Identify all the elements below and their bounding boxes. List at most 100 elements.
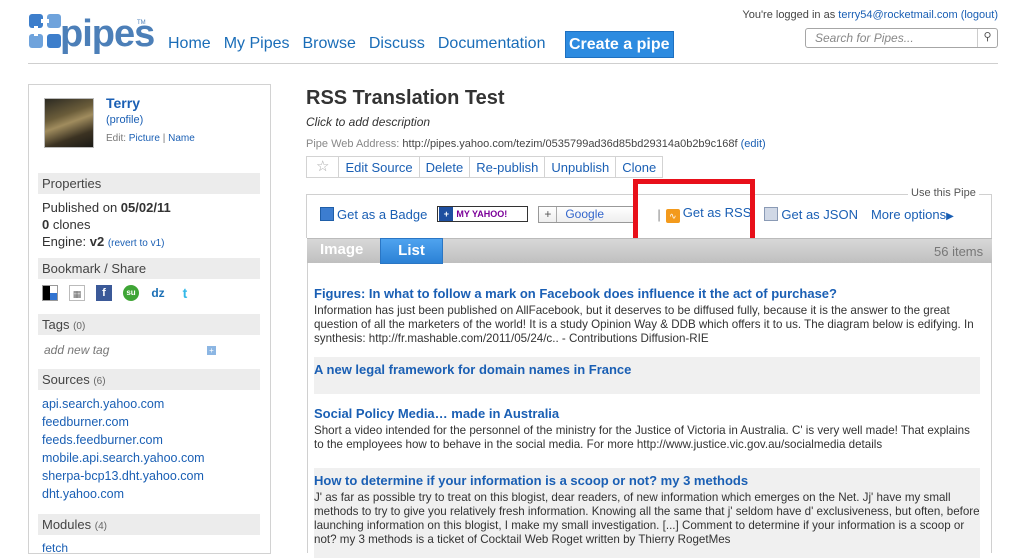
tab-list[interactable]: List	[380, 238, 443, 264]
my-yahoo-label: MY YAHOO!	[456, 209, 508, 219]
result-title-link[interactable]: Social Policy Media… made in Australia	[314, 405, 980, 423]
source-link[interactable]: mobile.api.search.yahoo.com	[42, 449, 205, 467]
sources-count: (6)	[93, 376, 106, 387]
json-icon	[764, 206, 779, 221]
published-label: Published on	[42, 200, 118, 215]
result-title-link[interactable]: Figures: In what to follow a mark on Fac…	[314, 285, 980, 303]
republish-button[interactable]: Re-publish	[470, 157, 546, 177]
address-url: http://pipes.yahoo.com/tezim/0535799ad36…	[402, 138, 738, 150]
source-link[interactable]: feeds.feedburner.com	[42, 431, 205, 449]
add-tag-plus-icon[interactable]: +	[207, 346, 216, 355]
facebook-icon[interactable]: f	[96, 285, 112, 301]
list-item: A new legal framework for domain names i…	[314, 357, 980, 394]
delicious-icon[interactable]	[42, 285, 58, 301]
get-badge-button[interactable]: Get as a Badge	[320, 206, 428, 222]
nav-home[interactable]: Home	[168, 33, 211, 55]
result-description: Short a video intended for the personnel…	[314, 424, 970, 451]
add-to-google-button[interactable]: + Google	[538, 205, 639, 223]
get-json-label: Get as JSON	[781, 206, 858, 222]
tags-title: Tags	[42, 317, 70, 332]
list-item: How to determine if your information is …	[314, 468, 980, 558]
triangle-right-icon: ▶	[946, 210, 954, 222]
modules-count: (4)	[94, 521, 107, 532]
nav-discuss[interactable]: Discuss	[369, 33, 425, 55]
clone-button[interactable]: Clone	[616, 157, 662, 177]
tags-heading: Tags (0)	[38, 314, 260, 335]
edit-source-button[interactable]: Edit Source	[339, 157, 420, 177]
engine-label: Engine:	[42, 234, 87, 249]
bookmark-title: Bookmark / Share	[42, 261, 147, 276]
twitter-icon[interactable]: t	[177, 285, 193, 301]
result-title-link[interactable]: How to determine if your information is …	[314, 472, 980, 490]
module-link[interactable]: fetch	[42, 541, 68, 555]
sources-list: api.search.yahoo.com feedburner.com feed…	[42, 395, 205, 503]
result-description: Information has just been published on A…	[314, 304, 974, 345]
modules-heading: Modules (4)	[38, 514, 260, 535]
revert-link[interactable]: (revert to v1)	[108, 238, 165, 249]
result-title-link[interactable]: A new legal framework for domain names i…	[314, 361, 980, 379]
properties-heading: Properties	[38, 173, 260, 194]
star-icon[interactable]: ☆	[307, 157, 340, 177]
unpublish-button[interactable]: Unpublish	[545, 157, 617, 177]
tab-image[interactable]: Image	[320, 241, 363, 258]
address-edit-link[interactable]: (edit)	[741, 138, 766, 150]
edit-picture-link[interactable]: Picture	[129, 133, 160, 144]
edit-profile-links: Edit: Picture | Name	[106, 133, 195, 144]
nav-browse[interactable]: Browse	[302, 33, 355, 55]
tags-count: (0)	[73, 321, 86, 332]
more-options-label: More options	[870, 206, 947, 222]
address-label: Pipe Web Address:	[306, 138, 400, 150]
modules-title: Modules	[42, 517, 92, 532]
bookmark-heading: Bookmark / Share	[38, 258, 260, 279]
list-item: Social Policy Media… made in Australia S…	[314, 401, 980, 457]
search-input[interactable]: Search for Pipes... ⚲	[805, 28, 998, 48]
profile-link-text[interactable]: (profile)	[106, 114, 143, 126]
plus-icon: +	[439, 207, 454, 221]
edit-separator: |	[162, 133, 166, 144]
nav-documentation[interactable]: Documentation	[438, 33, 546, 55]
top-nav: Home My Pipes Browse Discuss Documentati…	[168, 33, 558, 55]
avatar[interactable]	[44, 98, 94, 148]
get-badge-label: Get as a Badge	[337, 206, 428, 222]
edit-prefix: Edit:	[106, 133, 127, 144]
login-status: You're logged in as terry54@rocketmail.c…	[742, 9, 998, 21]
source-link[interactable]: dht.yahoo.com	[42, 485, 205, 503]
source-link[interactable]: feedburner.com	[42, 413, 205, 431]
add-to-my-yahoo-button[interactable]: + MY YAHOO!	[437, 206, 529, 222]
pipe-description[interactable]: Click to add description	[306, 115, 430, 129]
add-tag-input[interactable]: add new tag	[44, 343, 109, 357]
results-list: Figures: In what to follow a mark on Fac…	[307, 263, 992, 558]
source-link[interactable]: api.search.yahoo.com	[42, 395, 205, 413]
google-label: Google	[565, 206, 605, 221]
search-icon: ⚲	[983, 31, 992, 43]
stumbleupon-icon[interactable]: su	[123, 285, 139, 301]
properties-title: Properties	[42, 176, 102, 191]
profile-link[interactable]: (profile)	[106, 114, 143, 126]
nav-my-pipes[interactable]: My Pipes	[224, 33, 290, 55]
plus-icon: +	[539, 206, 558, 222]
clones-label: clones	[52, 217, 91, 232]
properties-block: Published on 05/02/11 0 clones Engine: v…	[42, 199, 171, 252]
more-options-button[interactable]: More options▶	[871, 207, 954, 222]
engine-version: v2	[89, 234, 105, 249]
delete-button[interactable]: Delete	[420, 157, 471, 177]
edit-name-link[interactable]: Name	[168, 133, 195, 144]
digg-icon[interactable]: ▦	[69, 285, 85, 301]
clones-line: 0 clones	[42, 216, 171, 233]
get-as-json-button[interactable]: Get as JSON	[764, 206, 858, 222]
user-name-link[interactable]: Terry	[106, 95, 140, 111]
header-divider	[28, 63, 998, 64]
page-title[interactable]: RSS Translation Test	[306, 87, 505, 110]
logout-link[interactable]: (logout)	[961, 9, 998, 21]
create-pipe-button[interactable]: Create a pipe	[565, 31, 675, 58]
clones-count: 0	[42, 217, 50, 232]
dzone-icon[interactable]: dz	[150, 285, 166, 301]
search-placeholder: Search for Pipes...	[815, 31, 914, 45]
login-email-link[interactable]: terry54@rocketmail.com	[838, 9, 957, 21]
use-this-pipe-label: Use this Pipe	[908, 187, 979, 199]
engine-line: Engine: v2 (revert to v1)	[42, 233, 171, 252]
result-description: J' as far as possible try to treat on th…	[314, 491, 980, 546]
login-prefix: You're logged in as	[742, 9, 836, 21]
source-link[interactable]: sherpa-bcp13.dht.yahoo.com	[42, 467, 205, 485]
search-button[interactable]: ⚲	[977, 29, 997, 47]
